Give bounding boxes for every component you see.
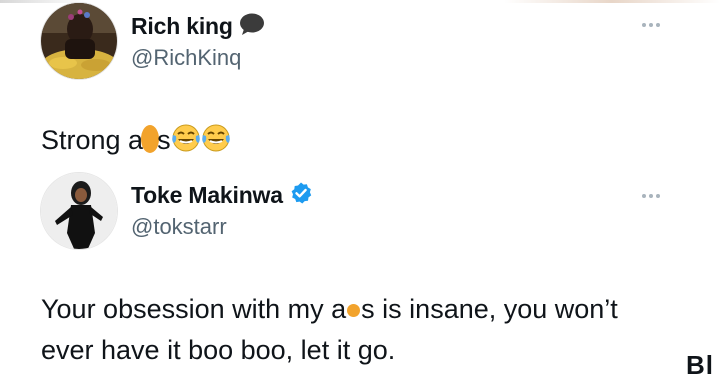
tweet-tokemakinwa[interactable]: Toke Makinwa @tokstarr Your obsession wi… xyxy=(0,165,720,380)
display-name[interactable]: Toke Makinwa xyxy=(131,182,283,209)
avatar[interactable] xyxy=(40,2,118,80)
tweet-text-line2: ever have it boo boo, let it go. xyxy=(41,335,396,365)
more-options-icon[interactable] xyxy=(637,189,665,203)
tweet-text-part1: Strong a xyxy=(41,125,144,155)
display-name[interactable]: Rich king xyxy=(131,13,233,40)
more-options-icon[interactable] xyxy=(637,18,665,32)
tweet-text-part2: s xyxy=(157,125,171,155)
tears-of-joy-emoji xyxy=(171,123,201,165)
tweet-text: Strong a s xyxy=(41,120,231,165)
tweet-text-part2: s is insane, you won’t xyxy=(361,294,618,324)
avatar[interactable] xyxy=(40,172,118,250)
tweet-richking[interactable]: Rich king @RichKinq Strong a s xyxy=(0,0,720,165)
speech-balloon-icon xyxy=(239,12,265,41)
corner-text: Bl xyxy=(686,350,714,380)
tweet-text-part1: Your obsession with my a xyxy=(41,294,347,324)
user-handle[interactable]: @tokstarr xyxy=(131,214,227,240)
user-handle[interactable]: @RichKinq xyxy=(131,45,241,71)
tweet-text: Your obsession with my a s is insane, you… xyxy=(41,289,701,371)
tears-of-joy-emoji xyxy=(201,123,231,165)
verified-badge-icon xyxy=(289,181,313,210)
tweet-text-line1: Your obsession with my a s is insane, you… xyxy=(41,289,701,330)
censor-blot xyxy=(347,304,361,318)
